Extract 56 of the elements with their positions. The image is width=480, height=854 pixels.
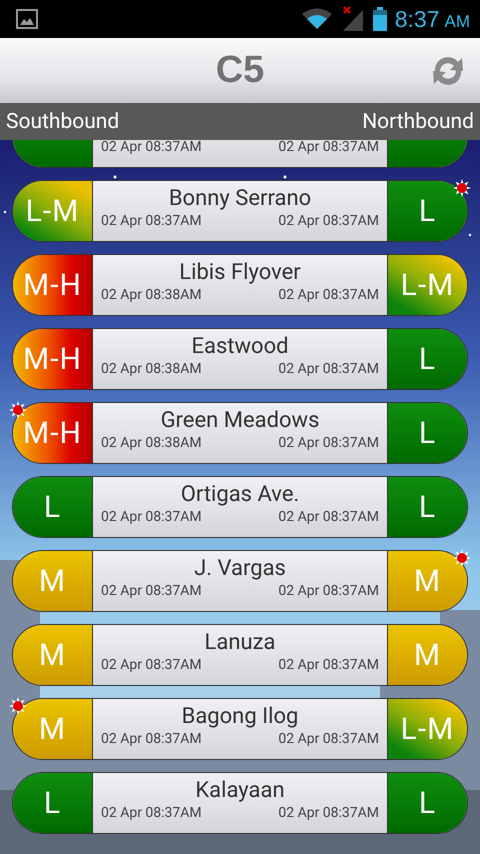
traffic-level-badge: L	[387, 477, 467, 537]
update-time: 02 Apr 08:37AM	[278, 140, 379, 155]
station-name: Libis Flyover	[179, 259, 301, 287]
update-time: 02 Apr 08:37AM	[101, 140, 202, 155]
update-time: 02 Apr 08:37AM	[278, 361, 379, 377]
update-time: 02 Apr 08:37AM	[278, 583, 379, 599]
screen-title: C5	[216, 49, 264, 92]
traffic-level-badge: L	[387, 329, 467, 389]
traffic-level-badge: L-M	[13, 181, 93, 241]
traffic-level-badge: L-M	[387, 255, 467, 315]
signal-icon	[340, 6, 365, 32]
update-time: 02 Apr 08:37AM	[101, 583, 202, 599]
traffic-level-badge: M	[387, 551, 467, 611]
traffic-level-badge: L	[13, 773, 93, 833]
update-time: 02 Apr 08:37AM	[278, 287, 379, 303]
clock-meridiem: AM	[444, 12, 470, 32]
station-name: Lanuza	[204, 629, 276, 657]
update-time: 02 Apr 08:37AM	[278, 509, 379, 525]
update-time: 02 Apr 08:37AM	[101, 805, 202, 821]
station-name: J. Vargas	[194, 555, 286, 583]
traffic-level-badge: L	[387, 403, 467, 463]
update-time: 02 Apr 08:37AM	[278, 435, 379, 451]
update-time: 02 Apr 08:37AM	[278, 657, 379, 673]
traffic-level-badge: L-M	[387, 699, 467, 759]
station-name: Eastwood	[191, 333, 289, 361]
direction-label: Southbound	[6, 110, 120, 134]
traffic-level-badge: M	[387, 625, 467, 685]
station-name: Green Meadows	[160, 407, 320, 435]
traffic-level-badge: M	[13, 551, 93, 611]
update-time: 02 Apr 08:38AM	[101, 287, 202, 303]
update-time: 02 Apr 08:37AM	[101, 657, 202, 673]
battery-icon	[372, 7, 387, 31]
gallery-icon	[16, 9, 38, 29]
update-time: 02 Apr 08:37AM	[101, 731, 202, 747]
station-name: Ortigas Ave.	[180, 481, 300, 509]
traffic-level-badge: L	[387, 181, 467, 241]
station-name: Kalayaan	[195, 777, 285, 805]
traffic-level-badge: M-H	[13, 403, 93, 463]
update-time: 02 Apr 08:37AM	[101, 213, 202, 229]
update-time: 02 Apr 08:37AM	[101, 509, 202, 525]
traffic-level-badge: L	[387, 773, 467, 833]
traffic-level-badge: M	[13, 699, 93, 759]
update-time: 02 Apr 08:38AM	[101, 361, 202, 377]
update-time: 02 Apr 08:37AM	[278, 213, 379, 229]
update-time: 02 Apr 08:37AM	[278, 731, 379, 747]
clock-time: 8:37	[394, 6, 440, 32]
station-name: Bonny Serrano	[168, 185, 312, 213]
traffic-level-badge: L	[13, 477, 93, 537]
update-time: 02 Apr 08:38AM	[101, 435, 202, 451]
update-time: 02 Apr 08:37AM	[278, 805, 379, 821]
traffic-level-badge: M	[13, 625, 93, 685]
wifi-icon	[300, 8, 333, 30]
direction-label: Northbound	[362, 110, 474, 134]
station-name: Bagong Ilog	[182, 703, 298, 731]
traffic-level-badge: M-H	[13, 329, 93, 389]
traffic-level-badge: M-H	[13, 255, 93, 315]
